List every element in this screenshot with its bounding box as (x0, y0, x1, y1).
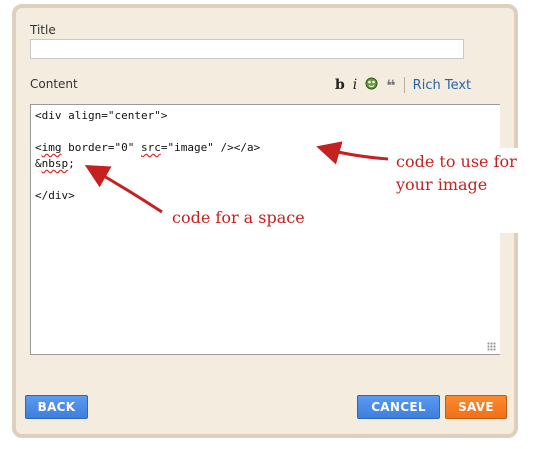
title-input[interactable] (30, 39, 464, 59)
space-code-annotation: code for a space (172, 208, 305, 227)
cancel-button[interactable]: CANCEL (357, 395, 440, 419)
italic-icon[interactable]: i (353, 77, 357, 93)
back-button[interactable]: BACK (25, 395, 88, 419)
quote-icon[interactable]: ❝ (386, 76, 395, 95)
resize-handle[interactable] (487, 342, 496, 351)
title-label: Title (30, 23, 56, 37)
content-label: Content (30, 77, 78, 91)
code-line-4: &nbsp; (35, 157, 75, 170)
toolbar-separator (403, 77, 405, 93)
code-line-6: </div> (35, 189, 75, 202)
code-line-1: <div align="center"> (35, 109, 168, 122)
bold-icon[interactable]: b (335, 77, 345, 93)
editor-toolbar: b i ❝ Rich Text (335, 76, 471, 95)
image-code-annotation: code to use for your image (392, 148, 533, 233)
save-button[interactable]: SAVE (445, 395, 507, 419)
code-line-3: <img border="0" src="image" /></a> (35, 141, 261, 154)
rich-text-link[interactable]: Rich Text (413, 78, 471, 93)
image-icon[interactable] (365, 77, 378, 94)
